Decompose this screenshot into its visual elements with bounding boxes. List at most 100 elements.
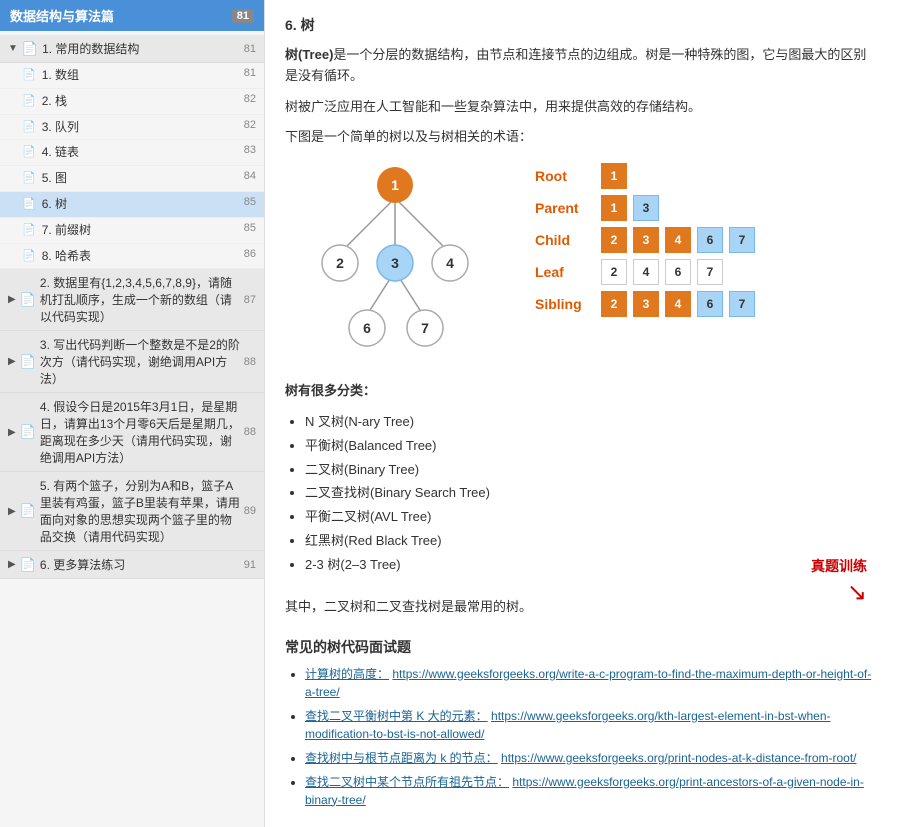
sidebar-group-3[interactable]: ▶ 📄 3. 写出代码判断一个整数是不是2的阶次方（请代码实现，谢绝调用API方… [0, 331, 264, 393]
legend-child-node-6: 6 [697, 227, 723, 253]
legend-sibling: Sibling 2 3 4 6 7 [535, 291, 755, 317]
page-icon: 📄 [22, 223, 36, 236]
legend-leaf-node-2: 2 [601, 259, 627, 285]
problem-url-3[interactable]: https://www.geeksforgeeks.org/print-node… [501, 751, 856, 765]
sidebar-item-graph[interactable]: 📄 5. 图 84 [0, 166, 264, 192]
item5-page: 84 [244, 170, 256, 182]
page-icon: 📄 [22, 120, 36, 133]
page-icon: 📄 [22, 145, 36, 158]
legend-child-node-7: 7 [729, 227, 755, 253]
book-icon-3: 📄 [20, 354, 36, 370]
categories-list: N 叉树(N-ary Tree) 平衡树(Balanced Tree) 二叉树(… [305, 412, 877, 576]
group3-page: 88 [244, 356, 256, 368]
legend-child-node-4: 4 [665, 227, 691, 253]
tree-diagram: 1 2 3 4 6 7 [285, 163, 505, 366]
book-icon-6: 📄 [20, 557, 36, 573]
sidebar-item-stack[interactable]: 📄 2. 栈 82 [0, 89, 264, 115]
item1-page: 81 [244, 67, 256, 79]
group1-label: 1. 常用的数据结构 [42, 40, 244, 57]
sidebar-group-6[interactable]: ▶ 📄 6. 更多算法练习 91 [0, 551, 264, 579]
list-item: 平衡树(Balanced Tree) [305, 436, 877, 457]
list-item: 查找二叉树中某个节点所有祖先节点： https://www.geeksforge… [305, 773, 877, 809]
arrow-icon-6: ▶ [8, 559, 16, 570]
sidebar-group-2[interactable]: ▶ 📄 2. 数据里有{1,2,3,4,5,6,7,8,9}，请随机打乱顺序，生… [0, 269, 264, 331]
legend-child: Child 2 3 4 6 7 [535, 227, 755, 253]
tree-svg: 1 2 3 4 6 7 [285, 163, 505, 363]
group6-page: 91 [244, 559, 256, 571]
intro-bold: 树(Tree) [285, 47, 333, 62]
book-icon: 📄 [22, 41, 38, 57]
arrow-icon-5: ▶ [8, 506, 16, 517]
sidebar-item-queue[interactable]: 📄 3. 队列 82 [0, 115, 264, 141]
group5-label: 5. 有两个篮子，分别为A和B，篮子A里装有鸡蛋，篮子B里装有苹果，请用面向对象… [40, 477, 244, 545]
legend-sibling-node-2: 2 [601, 291, 627, 317]
list-item: N 叉树(N-ary Tree) [305, 412, 877, 433]
main-content: 6. 树 树(Tree)是一个分层的数据结构，由节点和连接节点的边组成。树是一种… [265, 0, 897, 827]
sidebar-item-hashmap[interactable]: 📄 8. 哈希表 86 [0, 244, 264, 270]
arrow-icon-2: ▶ [8, 294, 16, 305]
legend-sibling-node-3: 3 [633, 291, 659, 317]
item4-label: 4. 链表 [42, 144, 240, 161]
group2-page: 87 [244, 294, 256, 306]
problems-list: 计算树的高度： https://www.geeksforgeeks.org/wr… [305, 665, 877, 809]
legend-root-node-1: 1 [601, 163, 627, 189]
sidebar: 数据结构与算法篇 81 ▼ 📄 1. 常用的数据结构 81 📄 1. 数组 81… [0, 0, 265, 827]
intro-paragraph-3: 下图是一个简单的树以及与树相关的术语： [285, 127, 877, 148]
list-item: 2-3 树(2–3 Tree) [305, 555, 877, 576]
problem-link-2[interactable]: 查找二叉平衡树中第 K 大的元素： [305, 709, 488, 723]
svg-text:3: 3 [391, 255, 399, 271]
list-item: 红黑树(Red Black Tree) [305, 531, 877, 552]
problem-link-1[interactable]: 计算树的高度： [305, 667, 389, 681]
summary-row: 其中，二叉树和二叉查找树是最常用的树。 真题训练 ↘ [285, 586, 877, 625]
list-item: 查找树中与根节点距离为 k 的节点： https://www.geeksforg… [305, 749, 877, 767]
annotation-text: 真题训练 [811, 558, 867, 574]
item2-page: 82 [244, 93, 256, 105]
legend-sibling-node-4: 4 [665, 291, 691, 317]
problems-header: 常见的树代码面试题 [285, 637, 877, 657]
page-icon: 📄 [22, 197, 36, 210]
tree-legend: Root 1 Parent 1 3 Child 2 3 4 6 7 Leaf [535, 163, 755, 317]
book-icon-2: 📄 [20, 292, 36, 308]
list-item: 计算树的高度： https://www.geeksforgeeks.org/wr… [305, 665, 877, 701]
svg-text:1: 1 [391, 177, 399, 193]
sidebar-item-array[interactable]: 📄 1. 数组 81 [0, 63, 264, 89]
item3-label: 3. 队列 [42, 119, 240, 136]
categories-title: 树有很多分类： [285, 383, 376, 398]
item8-page: 86 [244, 248, 256, 260]
legend-root: Root 1 [535, 163, 755, 189]
sidebar-group-5[interactable]: ▶ 📄 5. 有两个篮子，分别为A和B，篮子A里装有鸡蛋，篮子B里装有苹果，请用… [0, 472, 264, 551]
intro-paragraph-2: 树被广泛应用在人工智能和一些复杂算法中，用来提供高效的存储结构。 [285, 97, 877, 118]
legend-leaf: Leaf 2 4 6 7 [535, 259, 755, 285]
item1-label: 1. 数组 [42, 67, 240, 84]
arrow-icon-3: ▶ [8, 356, 16, 367]
diagram-area: 1 2 3 4 6 7 Root [285, 163, 877, 366]
book-icon-4: 📄 [20, 424, 36, 440]
sidebar-item-tree[interactable]: 📄 6. 树 85 [0, 192, 264, 218]
problem-link-4[interactable]: 查找二叉树中某个节点所有祖先节点： [305, 775, 509, 789]
summary-text: 其中，二叉树和二叉查找树是最常用的树。 [285, 596, 532, 615]
group3-label: 3. 写出代码判断一个整数是不是2的阶次方（请代码实现，谢绝调用API方法） [40, 336, 244, 387]
legend-parent-node-3: 3 [633, 195, 659, 221]
sidebar-section: ▼ 📄 1. 常用的数据结构 81 📄 1. 数组 81 📄 2. 栈 82 📄… [0, 31, 264, 583]
list-item: 二叉树(Binary Tree) [305, 460, 877, 481]
legend-child-node-2: 2 [601, 227, 627, 253]
problem-url-1[interactable]: https://www.geeksforgeeks.org/write-a-c-… [305, 667, 871, 699]
page-icon: 📄 [22, 249, 36, 262]
problem-link-3[interactable]: 查找树中与根节点距离为 k 的节点： [305, 751, 498, 765]
sidebar-item-trie[interactable]: 📄 7. 前缀树 85 [0, 218, 264, 244]
group1-items: 📄 1. 数组 81 📄 2. 栈 82 📄 3. 队列 82 📄 4. 链表 … [0, 63, 264, 269]
svg-text:6: 6 [363, 320, 371, 336]
item7-page: 85 [244, 222, 256, 234]
annotation: 真题训练 ↘ [811, 556, 867, 607]
group1-page: 81 [244, 43, 256, 55]
sidebar-item-linkedlist[interactable]: 📄 4. 链表 83 [0, 140, 264, 166]
page-icon: 📄 [22, 171, 36, 184]
item5-label: 5. 图 [42, 170, 240, 187]
group4-page: 88 [244, 426, 256, 438]
sidebar-group-4[interactable]: ▶ 📄 4. 假设今日是2015年3月1日，是星期日，请算出13个月零6天后是星… [0, 393, 264, 472]
item7-label: 7. 前缀树 [42, 222, 240, 239]
sidebar-group-1[interactable]: ▼ 📄 1. 常用的数据结构 81 [0, 35, 264, 63]
sidebar-count: 81 [232, 9, 254, 23]
legend-root-label: Root [535, 168, 595, 184]
legend-parent-label: Parent [535, 200, 595, 216]
